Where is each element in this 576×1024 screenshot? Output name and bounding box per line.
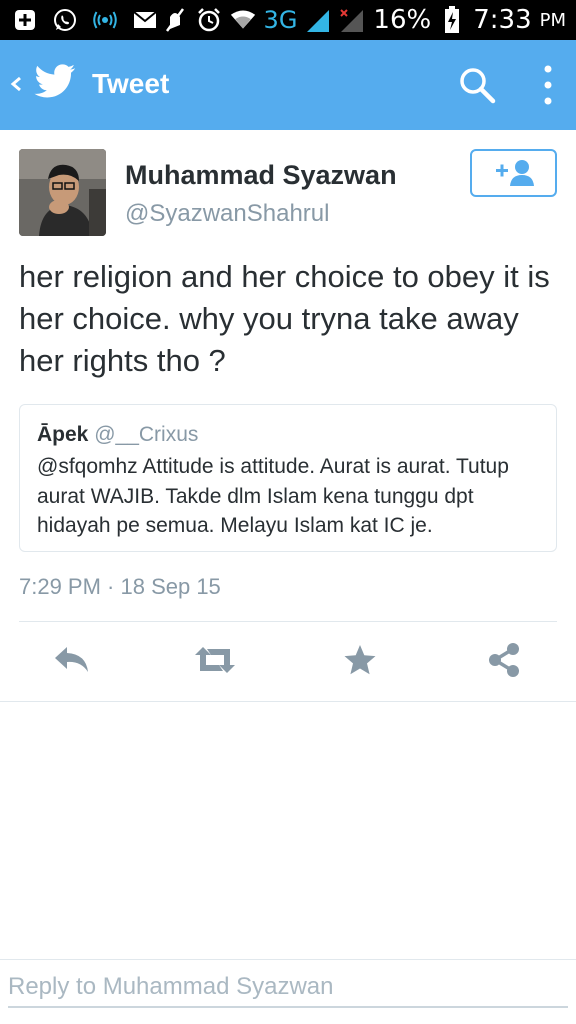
page-title: Tweet	[92, 68, 170, 99]
twitter-bird-icon[interactable]	[34, 64, 76, 100]
more-icon[interactable]	[532, 62, 564, 108]
add-notification-icon	[12, 7, 38, 33]
reply-input[interactable]	[8, 968, 568, 1008]
email-icon	[132, 7, 158, 33]
quoted-tweet-text: @sfqomhz Attitude is attitude. Aurat is …	[37, 455, 509, 537]
favorite-button[interactable]	[338, 640, 382, 680]
retweet-button[interactable]	[193, 640, 237, 680]
wifi-icon	[230, 7, 256, 33]
author-handle[interactable]: @SyazwanShahrul	[125, 200, 329, 228]
quoted-tweet[interactable]: Āpek @__Crixus @sfqomhz Attitude is atti…	[19, 404, 557, 552]
status-bar-system: 3G 16% 7:33 PM	[162, 0, 566, 40]
battery-percent: 16%	[373, 5, 432, 35]
share-icon	[489, 643, 519, 677]
follow-button[interactable]	[470, 149, 557, 197]
tweet-timestamp: 7:29 PM · 18 Sep 15	[19, 574, 221, 599]
status-bar: 3G 16% 7:33 PM	[0, 0, 576, 40]
search-icon[interactable]	[456, 64, 498, 106]
quoted-tweet-header: Āpek @__Crixus	[37, 423, 198, 447]
divider	[0, 701, 576, 702]
app-bar: Tweet	[0, 40, 576, 130]
retweet-icon	[195, 647, 235, 673]
share-button[interactable]	[482, 640, 526, 680]
back-icon[interactable]	[8, 70, 24, 98]
reply-icon	[55, 647, 88, 672]
signal-strength-icon	[305, 7, 331, 33]
clock-ampm: PM	[539, 9, 566, 31]
reply-bar-divider	[0, 959, 576, 960]
divider	[19, 621, 557, 622]
wireless-hotspot-icon	[92, 7, 118, 33]
battery-charging-icon	[439, 6, 465, 33]
tweet-text: her religion and her choice to obey it i…	[19, 259, 550, 378]
quoted-author-name: Āpek	[37, 423, 89, 446]
favorite-icon	[344, 645, 376, 675]
whatsapp-icon	[52, 7, 78, 33]
no-signal-icon	[339, 7, 365, 33]
author-name[interactable]: Muhammad Syazwan	[125, 160, 397, 191]
status-bar-notifications	[12, 0, 158, 40]
avatar[interactable]	[19, 149, 106, 236]
mute-icon	[162, 7, 188, 33]
reply-button[interactable]	[50, 640, 94, 680]
alarm-icon	[196, 7, 222, 33]
network-type: 3G	[263, 6, 298, 34]
clock: 7:33	[473, 5, 532, 35]
follow-icon	[495, 160, 534, 186]
quoted-author-handle: @__Crixus	[94, 423, 199, 446]
